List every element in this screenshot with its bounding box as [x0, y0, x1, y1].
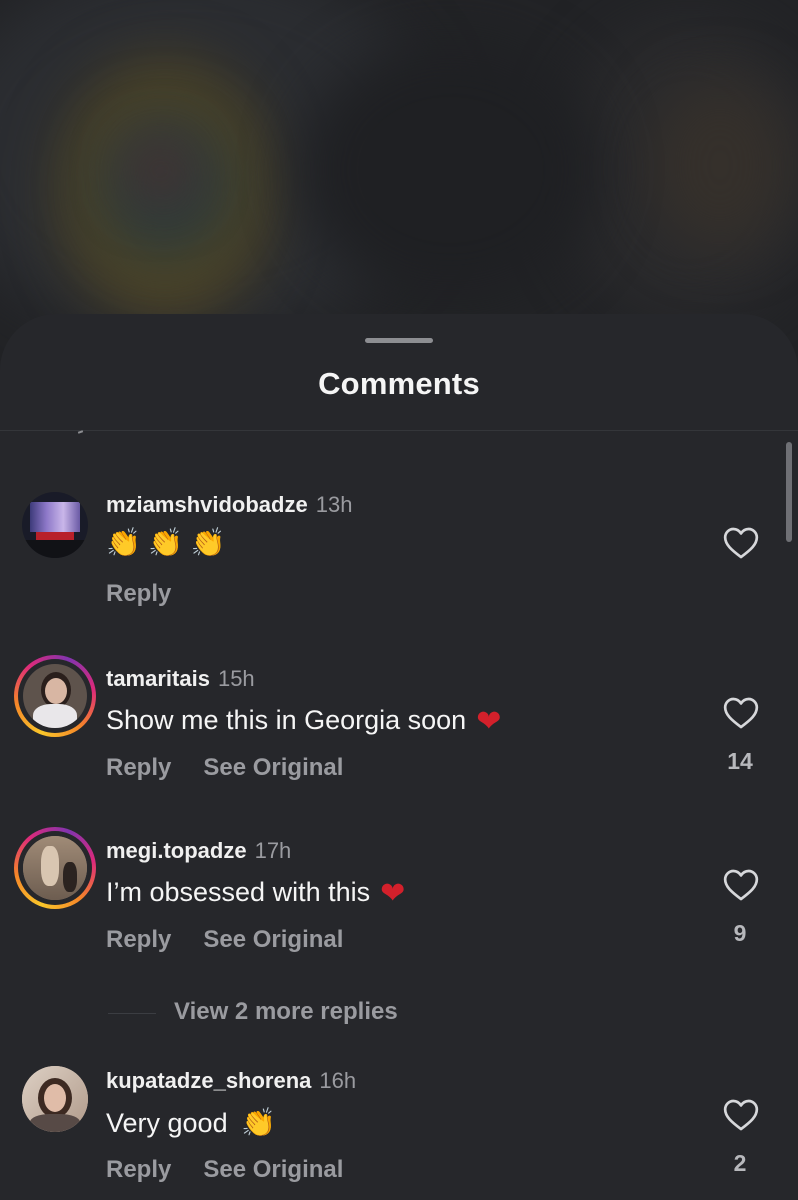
- comment-header: megi.topadze 17h: [106, 838, 291, 864]
- comment-text-body: I’m obsessed with this: [106, 877, 371, 907]
- sheet-title: Comments: [318, 366, 480, 401]
- see-original-button[interactable]: See Original: [203, 1156, 343, 1183]
- avatar-image: [23, 664, 87, 728]
- comment-text-body: Very good: [106, 1108, 228, 1138]
- heart-outline-icon[interactable]: [722, 694, 760, 730]
- background-shape: [130, 140, 190, 200]
- avatar[interactable]: [22, 1066, 88, 1132]
- story-ring-gap: [18, 831, 92, 905]
- see-original-button[interactable]: See Original: [203, 926, 343, 953]
- see-original-button[interactable]: See Original: [203, 754, 343, 781]
- avatar-image: [22, 1066, 88, 1132]
- comments-sheet: Comments mziamshvidobadze 13h 👏 👏 👏 Repl…: [0, 314, 798, 1200]
- avatar-image-detail: [41, 846, 59, 886]
- username[interactable]: tamaritais: [106, 666, 210, 691]
- background-shape: [650, 80, 790, 250]
- avatar-image-detail: [36, 532, 74, 540]
- like-count: 9: [733, 920, 747, 946]
- header-divider: [0, 430, 798, 431]
- story-ring-gap: [18, 659, 92, 733]
- reply-button[interactable]: Reply: [106, 580, 171, 607]
- avatar-image-detail: [44, 1084, 66, 1112]
- comment-header: kupatadze_shorena 16h: [106, 1068, 356, 1094]
- comment-time: 15h: [217, 666, 255, 691]
- screen: Comments mziamshvidobadze 13h 👏 👏 👏 Repl…: [0, 0, 798, 1200]
- comment-actions: Reply See Original: [106, 926, 343, 954]
- like-count: 14: [727, 748, 753, 774]
- comment-text-body: Show me this in Georgia soon: [106, 705, 467, 735]
- username[interactable]: kupatadze_shorena: [106, 1068, 311, 1093]
- clapping-hands-icon: 👏: [148, 526, 184, 559]
- heart-outline-icon[interactable]: [722, 1096, 760, 1132]
- story-ring[interactable]: [14, 655, 96, 737]
- comment-time: 16h: [319, 1068, 357, 1093]
- avatar-image: [23, 836, 87, 900]
- comment-header: tamaritais 15h: [106, 666, 255, 692]
- avatar-image-detail: [63, 862, 77, 892]
- background-shape: [300, 40, 600, 300]
- reply-button[interactable]: Reply: [106, 926, 171, 953]
- heart-outline-icon[interactable]: [722, 866, 760, 902]
- clapping-hands-icon: 👏: [190, 526, 226, 559]
- comment-text: I’m obsessed with this ❤: [106, 876, 405, 911]
- username[interactable]: mziamshvidobadze: [106, 492, 308, 517]
- comment-item: tamaritais 15h Show me this in Georgia so…: [0, 655, 798, 804]
- comment-item: kupatadze_shorena 16h Very good 👏 Reply Se…: [0, 1066, 798, 1200]
- reply-button[interactable]: Reply: [106, 1156, 171, 1183]
- comment-actions: Reply: [106, 580, 171, 608]
- comment-text: Very good 👏: [106, 1106, 276, 1139]
- avatar-image-detail: [30, 502, 80, 532]
- avatar[interactable]: [22, 492, 88, 558]
- red-heart-icon: ❤: [476, 704, 502, 739]
- comment-item: megi.topadze 17h I’m obsessed with this ❤ …: [0, 827, 798, 976]
- reply-button[interactable]: Reply: [106, 754, 171, 781]
- red-heart-icon: ❤: [380, 876, 406, 911]
- comment-text: Show me this in Georgia soon ❤: [106, 704, 501, 739]
- comment-header: mziamshvidobadze 13h: [106, 492, 352, 518]
- avatar-image: [22, 492, 88, 558]
- avatar-image-detail: [22, 540, 88, 558]
- like-count: 2: [733, 1150, 747, 1176]
- avatar-image-detail: [33, 704, 77, 728]
- avatar-image-detail: [30, 1114, 80, 1132]
- comment-actions: Reply See Original: [106, 754, 343, 782]
- comment-time: 17h: [254, 838, 292, 863]
- clapping-hands-icon: 👏: [106, 526, 141, 559]
- avatar-image-detail: [45, 678, 67, 704]
- comment-item: mziamshvidobadze 13h 👏 👏 👏 Reply: [0, 490, 798, 630]
- username[interactable]: megi.topadze: [106, 838, 247, 863]
- view-more-replies-label[interactable]: View 2 more replies: [174, 998, 398, 1026]
- replies-thread-line: [108, 1013, 156, 1014]
- story-ring[interactable]: [14, 827, 96, 909]
- sheet-drag-handle[interactable]: [365, 338, 433, 343]
- comment-text: 👏 👏 👏: [106, 526, 226, 559]
- clapping-hands-icon: 👏: [241, 1106, 276, 1139]
- comment-time: 13h: [315, 492, 353, 517]
- heart-outline-icon[interactable]: [722, 524, 760, 560]
- scroll-indicator-mark: [77, 430, 84, 434]
- comment-actions: Reply See Original: [106, 1156, 343, 1184]
